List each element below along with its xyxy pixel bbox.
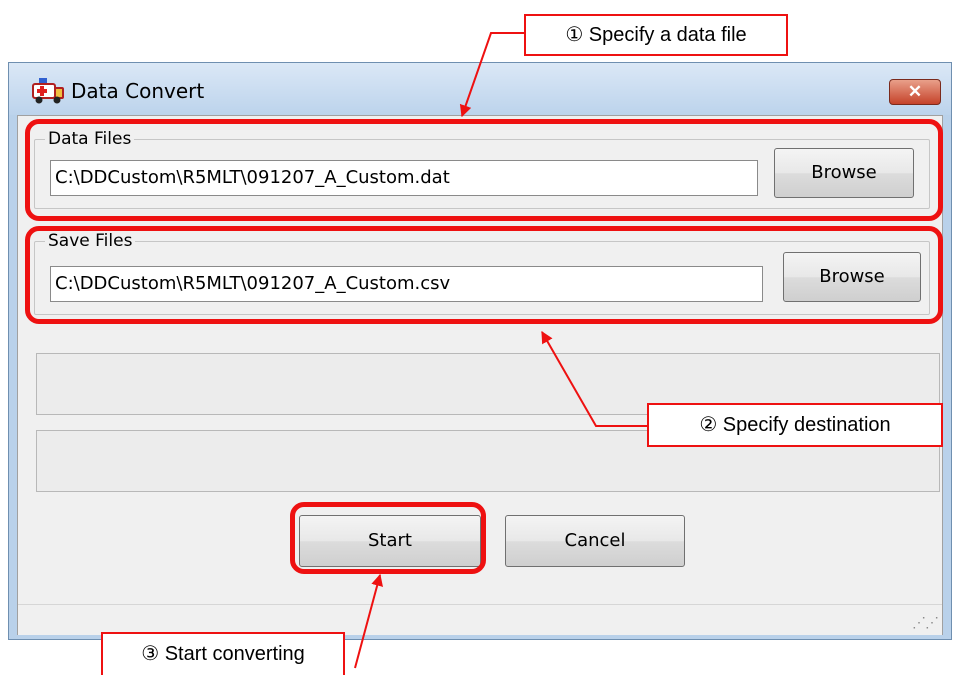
close-icon: ✕: [907, 82, 923, 101]
ambulance-icon: [32, 78, 64, 104]
save-files-highlight: [25, 226, 943, 324]
step3-callout: ③ Start converting: [101, 632, 345, 675]
data-files-highlight: [25, 119, 943, 221]
step2-callout: ② Specify destination: [647, 403, 943, 447]
resize-grip-icon[interactable]: ⋰⋰: [912, 614, 939, 631]
start-button-highlight: [290, 502, 486, 574]
title-bar[interactable]: Data Convert ✕: [9, 63, 951, 115]
window-title: Data Convert: [71, 79, 205, 103]
status-bar: ⋰⋰: [18, 604, 942, 635]
step1-callout: ① Specify a data file: [524, 14, 788, 56]
cancel-button[interactable]: Cancel: [505, 515, 685, 567]
close-button[interactable]: ✕: [889, 79, 941, 105]
